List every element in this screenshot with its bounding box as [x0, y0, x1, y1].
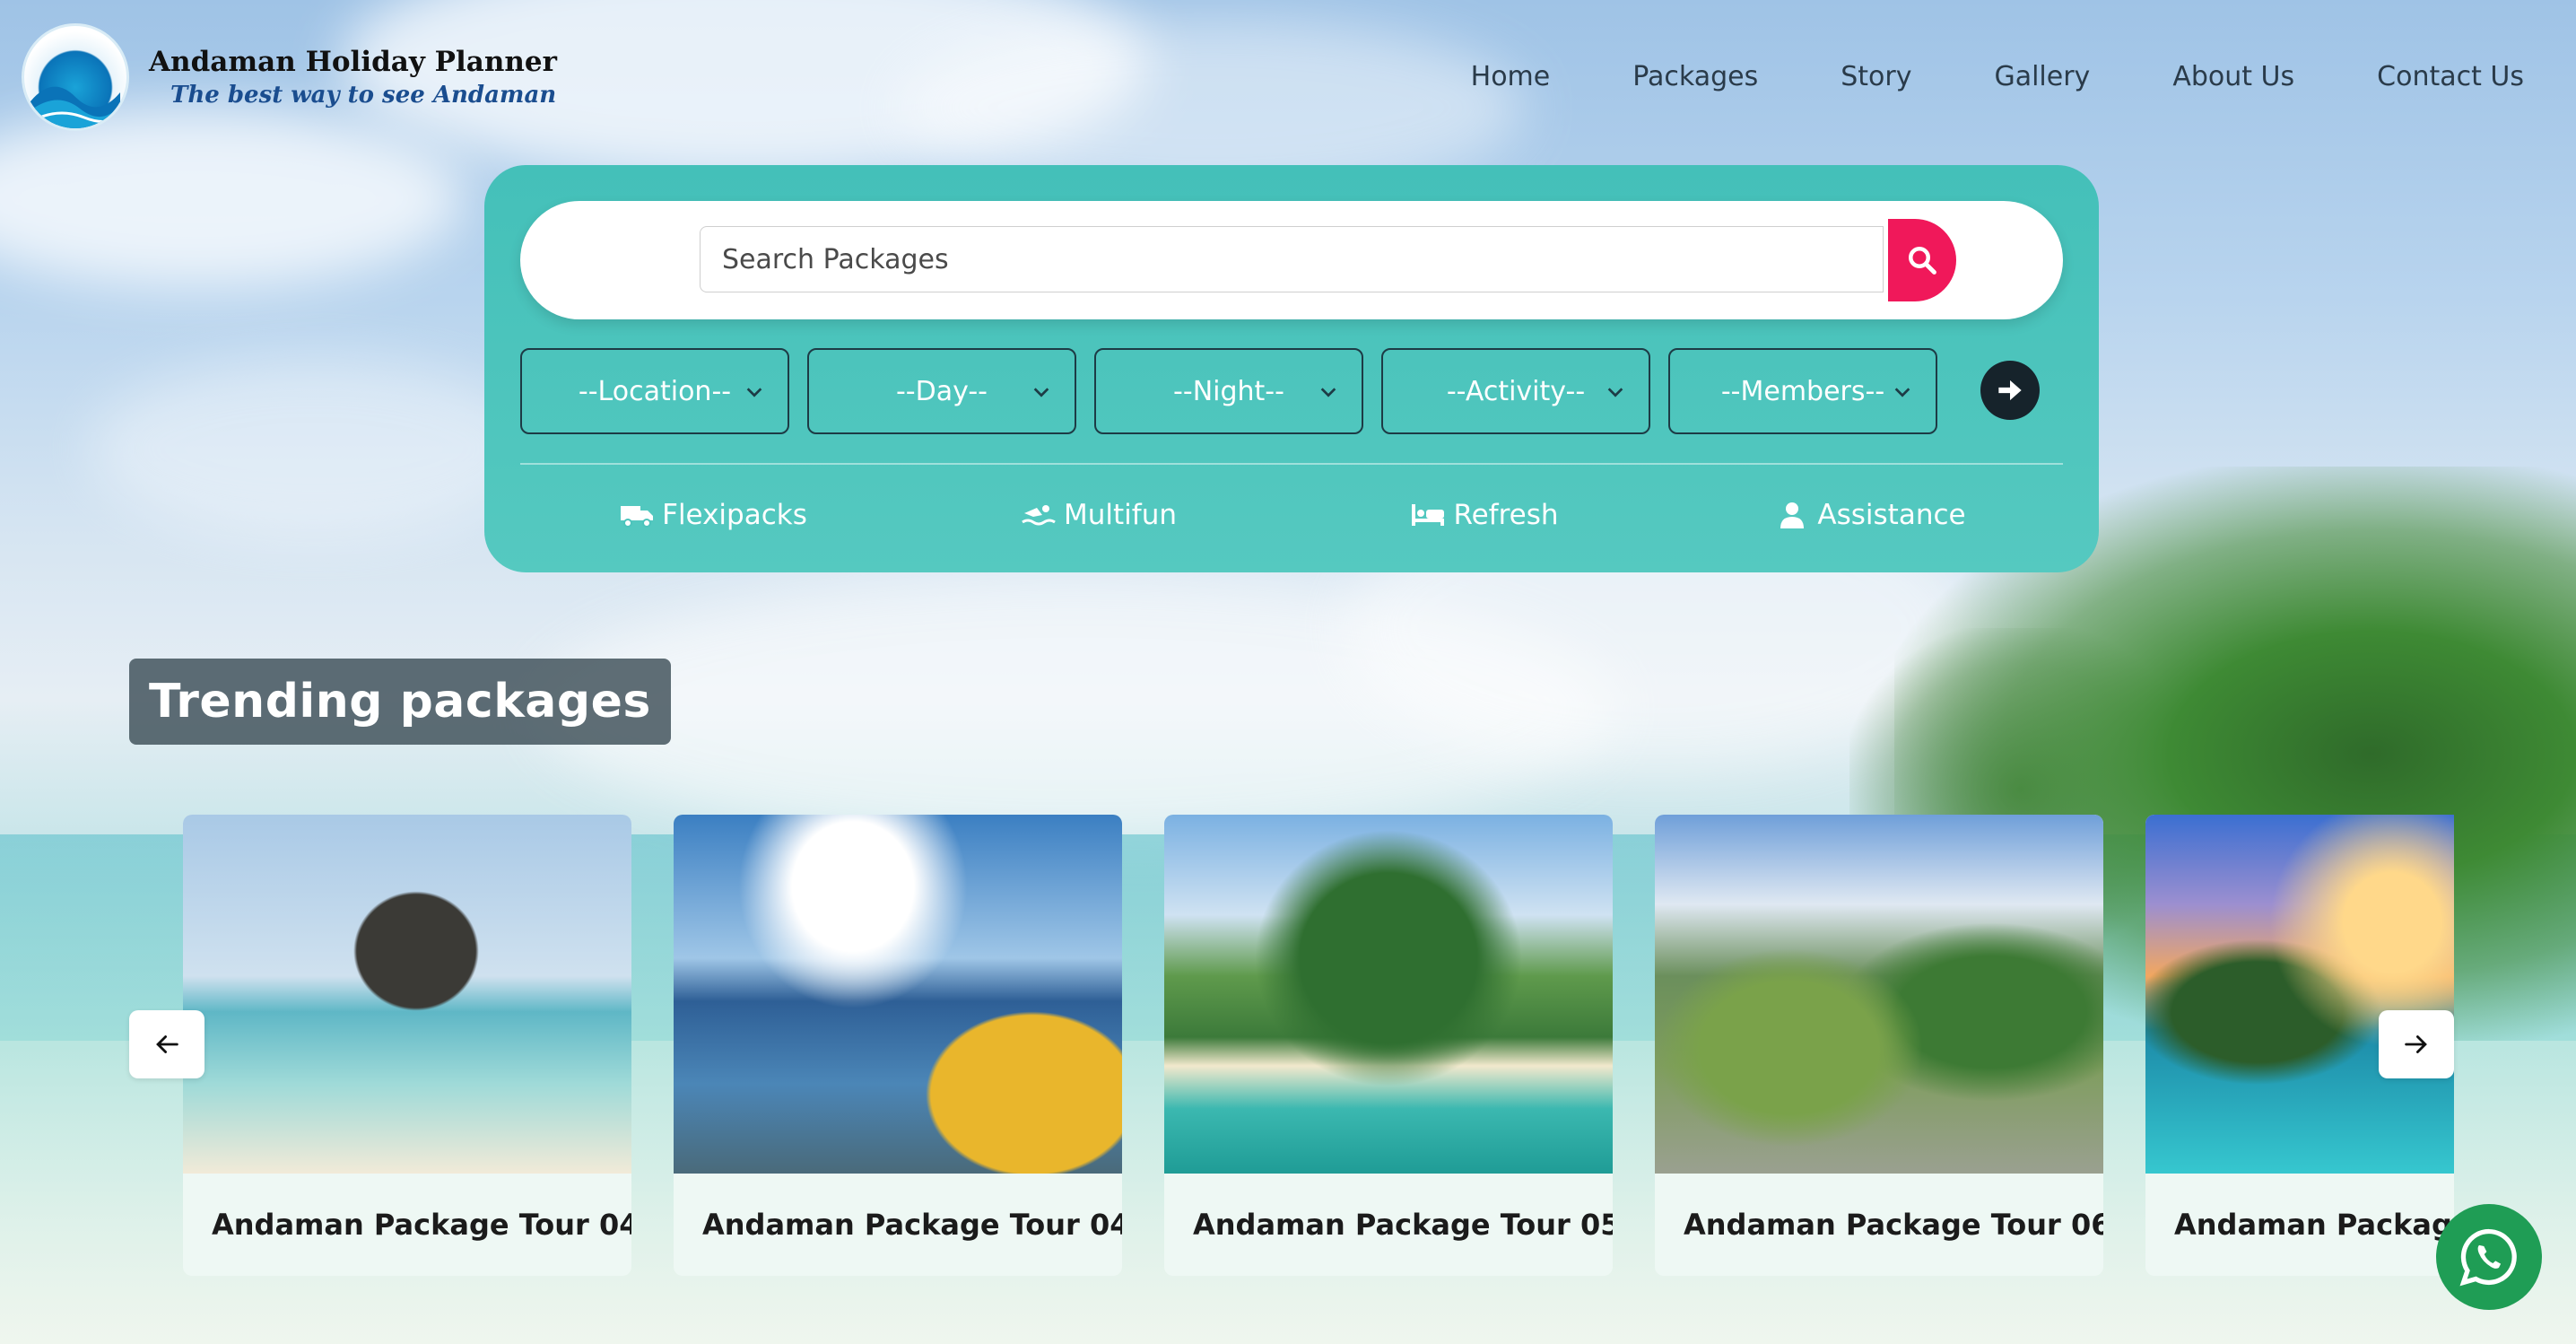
- nav-about-us[interactable]: About Us: [2172, 61, 2294, 92]
- chevron-down-icon: [1894, 388, 1910, 397]
- day-select[interactable]: --Day--: [807, 348, 1076, 434]
- day-select-value: --Day--: [895, 375, 988, 407]
- search-button[interactable]: [1888, 219, 1956, 301]
- whatsapp-icon: [2459, 1228, 2517, 1287]
- truck-icon: [621, 506, 654, 528]
- panel-divider: [520, 463, 2063, 465]
- members-select-value: --Members--: [1720, 375, 1885, 407]
- package-title: Andaman Package Tour 04 Nights: [702, 1208, 1122, 1242]
- quick-link-label: Multifun: [1064, 499, 1177, 531]
- quick-link-label: Flexipacks: [662, 499, 807, 531]
- night-select[interactable]: --Night--: [1094, 348, 1363, 434]
- nav-gallery[interactable]: Gallery: [1994, 61, 2090, 92]
- brand-tagline: The best way to see Andaman: [170, 82, 557, 109]
- members-select[interactable]: --Members--: [1668, 348, 1937, 434]
- chevron-down-icon: [1033, 388, 1049, 397]
- package-image: [2145, 815, 2454, 1174]
- user-icon: [1780, 502, 1805, 528]
- quick-link-assistance[interactable]: Assistance: [1677, 479, 2063, 551]
- package-title: Andaman Package Tour 06 Nights: [1684, 1208, 2103, 1242]
- location-select[interactable]: --Location--: [520, 348, 789, 434]
- search-panel: --Location-- --Day-- --Night-- --Activit…: [484, 165, 2099, 572]
- trending-title: Trending packages: [129, 659, 671, 745]
- quick-link-refresh[interactable]: Refresh: [1292, 479, 1677, 551]
- package-title: Andaman Package Tour 04 Nights: [212, 1208, 631, 1242]
- package-card[interactable]: Andaman Package Tour 04 Nights: [183, 815, 631, 1276]
- nav-story[interactable]: Story: [1841, 61, 1911, 92]
- location-select-value: --Location--: [578, 375, 732, 407]
- chevron-down-icon: [746, 388, 762, 397]
- brand-title: Andaman Holiday Planner: [149, 46, 557, 78]
- trending-carousel: Andaman Package Tour 04 Nights Andaman P…: [183, 815, 2454, 1276]
- logo: [22, 23, 129, 131]
- nav-packages[interactable]: Packages: [1632, 61, 1758, 92]
- activity-select[interactable]: --Activity--: [1381, 348, 1650, 434]
- arrow-right-icon: [2405, 1035, 2427, 1053]
- arrow-right-circle-icon: [1998, 380, 2022, 401]
- wave-logo-icon: [30, 86, 120, 128]
- search-icon: [1909, 247, 1936, 275]
- quick-links: Flexipacks Multifun Refresh Assistance: [520, 479, 2063, 551]
- quick-link-label: Refresh: [1453, 499, 1559, 531]
- swimmer-icon: [1022, 505, 1056, 526]
- quick-link-multifun[interactable]: Multifun: [906, 479, 1292, 551]
- nav-contact-us[interactable]: Contact Us: [2377, 61, 2524, 92]
- bed-icon: [1412, 504, 1445, 526]
- whatsapp-button[interactable]: [2436, 1204, 2542, 1310]
- package-card[interactable]: Andaman Package Tour 04 Nights: [674, 815, 1122, 1276]
- package-card[interactable]: Andaman Package Tour 06 Nights: [1655, 815, 2103, 1276]
- night-select-value: --Night--: [1173, 375, 1284, 407]
- package-card[interactable]: Andaman Package Tour 05 Nights: [1164, 815, 1613, 1276]
- arrow-left-icon: [156, 1035, 178, 1053]
- package-image: [1655, 815, 2103, 1174]
- activity-select-value: --Activity--: [1446, 375, 1586, 407]
- package-image: [674, 815, 1122, 1174]
- go-button[interactable]: [1980, 361, 2040, 420]
- carousel-prev-button[interactable]: [129, 1010, 205, 1078]
- chevron-down-icon: [1607, 388, 1623, 397]
- brand[interactable]: Andaman Holiday Planner The best way to …: [22, 23, 557, 131]
- package-image: [1164, 815, 1613, 1174]
- package-title: Andaman Package Tour 05 Nights: [1193, 1208, 1613, 1242]
- package-title: Andaman Package Tour: [2174, 1208, 2454, 1242]
- package-image: [183, 815, 631, 1174]
- chevron-down-icon: [1320, 388, 1336, 397]
- filter-row: --Location-- --Day-- --Night-- --Activit…: [520, 348, 1937, 434]
- search-input[interactable]: [700, 226, 1884, 292]
- quick-link-label: Assistance: [1817, 499, 1966, 531]
- quick-link-flexipacks[interactable]: Flexipacks: [520, 479, 906, 551]
- search-bar: [520, 201, 2063, 319]
- main-nav: Home Packages Story Gallery About Us Con…: [1471, 61, 2524, 92]
- carousel-next-button[interactable]: [2379, 1010, 2454, 1078]
- nav-home[interactable]: Home: [1471, 61, 1551, 92]
